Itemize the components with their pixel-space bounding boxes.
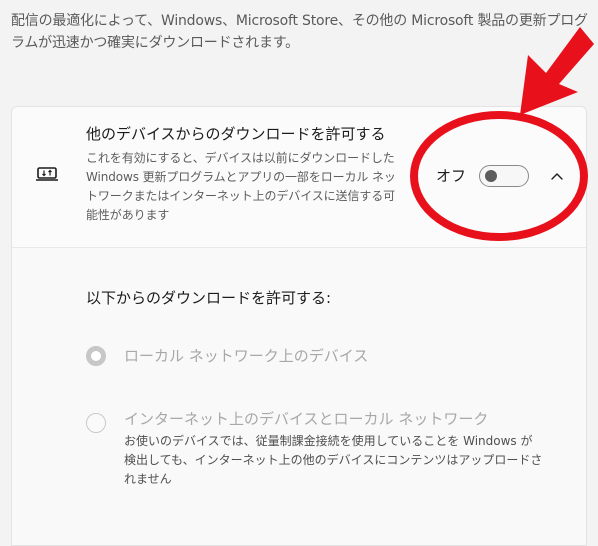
radio-description-internet: お使いのデバイスでは、従量制課金接続を使用していることを Windows が検出…	[124, 434, 543, 486]
toggle-knob	[485, 170, 497, 182]
device-download-icon	[36, 167, 58, 181]
setting-description: これを有効にすると、デバイスは以前にダウンロードした Windows 更新プログ…	[86, 151, 396, 222]
radio-button-internet[interactable]	[86, 413, 106, 433]
toggle-state-label: オフ	[436, 167, 467, 185]
radio-button-local[interactable]	[86, 346, 106, 366]
chevron-up-icon[interactable]	[549, 168, 565, 184]
setting-header[interactable]: 他のデバイスからのダウンロードを許可する これを有効にすると、デバイスは以前にダ…	[12, 107, 586, 248]
settings-card: 他のデバイスからのダウンロードを許可する これを有効にすると、デバイスは以前にダ…	[11, 106, 587, 546]
options-heading: 以下からのダウンロードを許可する:	[86, 289, 332, 307]
radio-label-local: ローカル ネットワーク上のデバイス	[124, 347, 369, 365]
intro-text: 配信の最適化によって、Windows、Microsoft Store、その他の …	[11, 13, 588, 51]
allow-downloads-toggle[interactable]	[479, 165, 529, 187]
radio-label-internet: インターネット上のデバイスとローカル ネットワーク	[124, 410, 489, 428]
setting-title: 他のデバイスからのダウンロードを許可する	[86, 125, 386, 143]
